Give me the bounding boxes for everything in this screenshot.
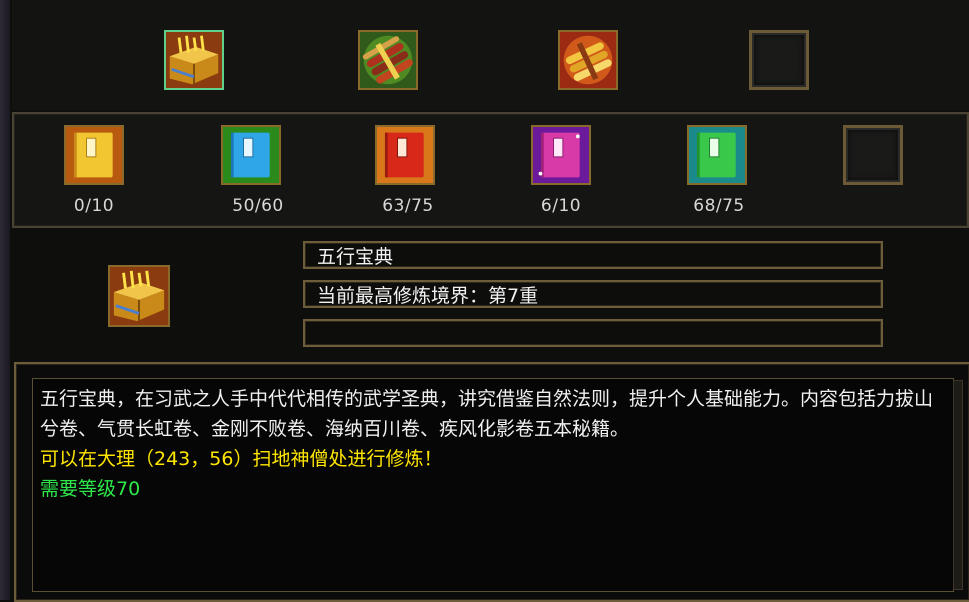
red-manual-icon bbox=[377, 127, 433, 183]
green-manual-icon bbox=[689, 127, 745, 183]
manual-count-blue: 50/60 bbox=[232, 196, 284, 216]
window-left-edge bbox=[0, 0, 10, 600]
manual-count-red: 63/75 bbox=[382, 196, 434, 216]
top-slot-empty[interactable] bbox=[749, 30, 809, 90]
training-location: 可以在大理（243，56）扫地神僧处进行修炼！ bbox=[40, 448, 443, 470]
level-requirement: 需要等级70 bbox=[40, 478, 141, 500]
manual-slot-blue[interactable] bbox=[221, 125, 281, 185]
top-slot-scroll-bundle-red[interactable] bbox=[358, 30, 418, 90]
description-panel: 五行宝典，在习武之人手中代代相传的武学圣典，讲究借鉴自然法则，提升个人基础能力。… bbox=[14, 362, 969, 602]
description-body: 五行宝典，在习武之人手中代代相传的武学圣典，讲究借鉴自然法则，提升个人基础能力。… bbox=[40, 388, 934, 440]
manual-count-gold: 0/10 bbox=[73, 196, 115, 216]
manual-slot-purple[interactable] bbox=[531, 125, 591, 185]
gold-scroll-bundle-icon bbox=[560, 32, 616, 88]
red-scroll-bundle-icon bbox=[360, 32, 416, 88]
top-item-row bbox=[12, 0, 969, 110]
detail-item-icon bbox=[108, 265, 170, 327]
blue-manual-icon bbox=[223, 127, 279, 183]
yellow-tome-icon bbox=[166, 32, 222, 88]
purple-manual-icon bbox=[533, 127, 589, 183]
manual-slot-gold[interactable] bbox=[64, 125, 124, 185]
manual-count-green: 68/75 bbox=[693, 196, 745, 216]
item-name-field: 五行宝典 bbox=[303, 241, 883, 269]
manual-slot-green[interactable] bbox=[687, 125, 747, 185]
yellow-tome-icon bbox=[110, 267, 168, 325]
realm-field: 当前最高修炼境界：第7重 bbox=[303, 280, 883, 308]
gold-manual-icon bbox=[66, 127, 122, 183]
top-slot-tome[interactable] bbox=[164, 30, 224, 90]
description-text: 五行宝典，在习武之人手中代代相传的武学圣典，讲究借鉴自然法则，提升个人基础能力。… bbox=[40, 384, 950, 504]
manual-panel: 0/10 50/60 63/75 6/10 68/75 bbox=[12, 112, 969, 228]
manual-slot-red[interactable] bbox=[375, 125, 435, 185]
description-scrollbar[interactable] bbox=[953, 380, 963, 590]
manual-slot-empty[interactable] bbox=[843, 125, 903, 185]
top-slot-scroll-bundle-gold[interactable] bbox=[558, 30, 618, 90]
extra-field bbox=[303, 319, 883, 347]
manual-count-purple: 6/10 bbox=[540, 196, 582, 216]
